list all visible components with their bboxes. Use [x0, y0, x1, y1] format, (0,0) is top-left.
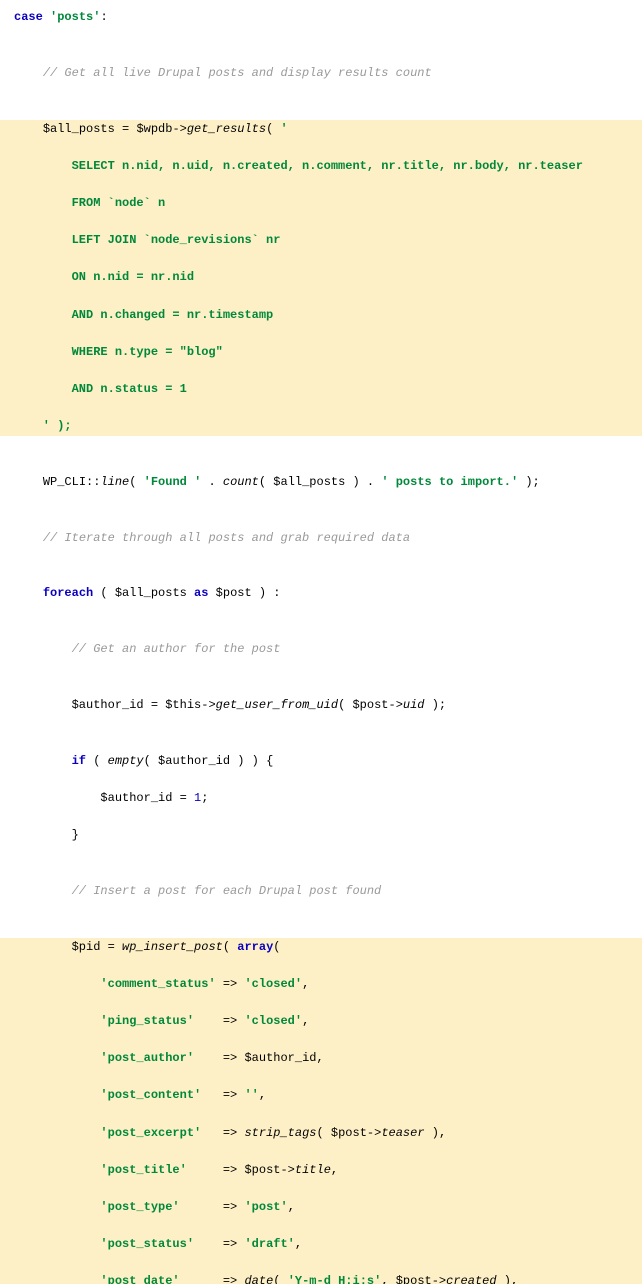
highlighted-block: $all_posts = $wpdb->get_results( ' SELEC… [0, 120, 642, 436]
comment: // Get all live Drupal posts and display… [43, 66, 432, 80]
keyword-foreach: foreach [43, 586, 93, 600]
comment: // Insert a post for each Drupal post fo… [72, 884, 382, 898]
keyword-if: if [72, 754, 86, 768]
code-block: case 'posts': // Get all live Drupal pos… [0, 0, 642, 1284]
keyword-case: case [14, 10, 43, 24]
highlighted-block: $pid = wp_insert_post( array( 'comment_s… [0, 938, 642, 1284]
comment: // Iterate through all posts and grab re… [43, 531, 410, 545]
string-posts: 'posts' [50, 10, 100, 24]
comment: // Get an author for the post [72, 642, 281, 656]
